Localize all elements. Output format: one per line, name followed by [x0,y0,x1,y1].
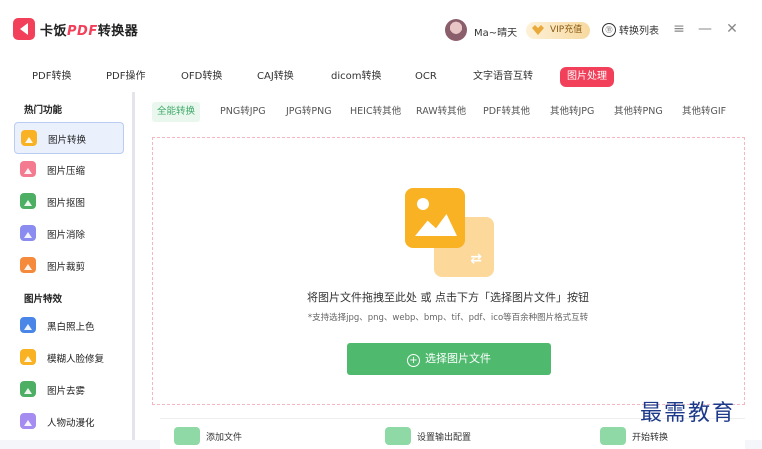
output-config-icon [385,427,411,445]
subtab-other-to-jpg[interactable]: 其他转JPG [545,102,599,122]
sidebar-item-label: 图片压缩 [47,166,86,177]
sub-tabs: 全能转换 PNG转JPG JPG转PNG HEIC转其他 RAW转其他 PDF转… [152,102,744,124]
app-title-suffix: 转换器 [97,24,139,39]
face-restore-icon [20,349,36,365]
sidebar-item-label: 人物动漫化 [47,418,95,429]
step-label: 设置输出配置 [417,432,472,443]
select-image-file-label: 选择图片文件 [425,352,491,365]
tab-image-process[interactable]: 图片处理 [560,67,614,87]
subtab-pdf-to-other[interactable]: PDF转其他 [478,102,535,122]
title-bar: 卡饭PDF转换器 Ma~晴天 VIP充值 ⑪ 转换列表 ≡ — ✕ [0,0,762,60]
step-label: 开始转换 [632,432,669,443]
avatar[interactable] [445,19,467,41]
sidebar-group-title-hot: 热门功能 [24,105,63,116]
tab-caj-convert[interactable]: CAJ转换 [250,67,301,87]
sidebar-item-image-compress[interactable]: 图片压缩 [14,154,123,184]
app-logo-icon [13,18,35,40]
vip-recharge-button[interactable]: VIP充值 [526,22,591,39]
sidebar: 热门功能 图片转换 图片压缩 图片抠图 图片消除 图片裁剪 图片特效 黑白照上色 [0,92,135,440]
tab-text-speech[interactable]: 文字语音互转 [466,67,540,87]
sidebar-item-label: 图片转换 [48,135,87,146]
close-icon[interactable]: ✕ [724,19,740,39]
image-icon [405,188,465,248]
vip-label: VIP充值 [550,25,583,35]
sidebar-item-label: 图片裁剪 [47,262,86,273]
start-convert-icon [600,427,626,445]
sidebar-item-anime[interactable]: 人物动漫化 [14,406,123,436]
sidebar-divider [132,92,135,440]
sidebar-item-label: 黑白照上色 [47,322,95,333]
sidebar-item-dehaze[interactable]: 图片去雾 [14,374,123,404]
top-tabs: PDF转换 PDF操作 OFD转换 CAJ转换 dicom转换 OCR 文字语音… [0,62,762,90]
file-drop-zone[interactable]: ⇄ 将图片文件拖拽至此处 或 点击下方「选择图片文件」按钮 *支持选择jpg、p… [152,137,745,405]
tab-pdf-convert[interactable]: PDF转换 [25,67,78,87]
subtab-all-convert[interactable]: 全能转换 [152,102,201,122]
sidebar-item-image-erase[interactable]: 图片消除 [14,218,123,248]
tab-ocr[interactable]: OCR [408,67,444,87]
subtab-other-to-png[interactable]: 其他转PNG [609,102,668,122]
minimize-icon[interactable]: — [697,19,713,39]
menu-icon[interactable]: ≡ [671,19,687,39]
sidebar-item-label: 图片消除 [47,230,86,241]
sidebar-item-label: 图片去雾 [47,386,86,397]
sidebar-item-image-cutout[interactable]: 图片抠图 [14,186,123,216]
tab-pdf-operate[interactable]: PDF操作 [99,67,152,87]
subtab-other-to-gif[interactable]: 其他转GIF [677,102,731,122]
sidebar-group-title-effects: 图片特效 [24,294,63,305]
step-output-config: 设置输出配置 [385,427,471,445]
app-title-prefix: 卡饭 [40,24,68,39]
anime-icon [20,413,36,429]
sidebar-item-label: 图片抠图 [47,198,86,209]
subtab-heic-to-other[interactable]: HEIC转其他 [345,102,406,122]
dehaze-icon [20,381,36,397]
subtab-raw-to-other[interactable]: RAW转其他 [411,102,471,122]
image-compress-icon [20,161,36,177]
convert-list-button[interactable]: ⑪ 转换列表 [602,22,659,37]
app-title-pdf: PDF [67,24,98,39]
step-add-file: 添加文件 [174,427,242,445]
select-image-file-button[interactable]: + 选择图片文件 [347,343,551,375]
image-crop-icon [20,257,36,273]
drop-zone-title: 将图片文件拖拽至此处 或 点击下方「选择图片文件」按钮 [307,291,589,304]
image-convert-icon [21,130,37,146]
username[interactable]: Ma~晴天 [474,24,517,39]
image-erase-icon [20,225,36,241]
subtab-jpg-to-png[interactable]: JPG转PNG [281,102,337,122]
sidebar-item-label: 模糊人脸修复 [47,354,105,365]
sidebar-item-image-convert[interactable]: 图片转换 [14,122,124,154]
image-cutout-icon [20,193,36,209]
app-window: 卡饭PDF转换器 Ma~晴天 VIP充值 ⑪ 转换列表 ≡ — ✕ PDF转换 P… [0,0,762,449]
app-title: 卡饭PDF转换器 [40,20,138,39]
convert-list-label: 转换列表 [619,26,659,37]
plus-circle-icon: + [407,354,420,367]
subtab-png-to-jpg[interactable]: PNG转JPG [215,102,271,122]
step-label: 添加文件 [206,432,243,443]
vip-crown-icon [532,25,544,35]
tab-dicom-convert[interactable]: dicom转换 [324,67,388,87]
colorize-icon [20,317,36,333]
drop-zone-subtitle: *支持选择jpg、png、webp、bmp、tif、pdf、ico等百余种图片格… [307,313,589,323]
convert-list-icon: ⑪ [602,22,616,37]
add-file-icon [174,427,200,445]
sidebar-item-image-crop[interactable]: 图片裁剪 [14,250,123,280]
tab-ofd-convert[interactable]: OFD转换 [174,67,229,87]
sidebar-item-face-restore[interactable]: 模糊人脸修复 [14,342,123,372]
watermark-text: 最需教育 [640,401,737,426]
step-start-convert: 开始转换 [600,427,668,445]
sidebar-item-colorize[interactable]: 黑白照上色 [14,310,123,340]
